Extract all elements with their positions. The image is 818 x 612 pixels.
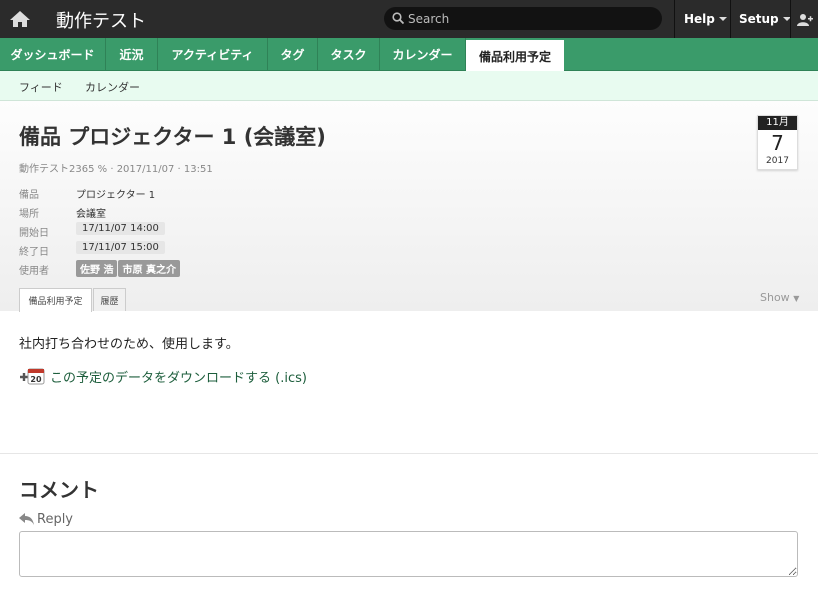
equipment-label: 備品 bbox=[19, 190, 39, 201]
search-input[interactable] bbox=[408, 9, 648, 28]
app-title[interactable]: 動作テスト bbox=[56, 7, 146, 33]
setup-label: Setup bbox=[739, 12, 779, 26]
user-tag[interactable]: 佐野 浩 bbox=[76, 260, 118, 277]
event-meta: 動作テスト2365 % · 2017/11/07 · 13:51 bbox=[19, 160, 213, 175]
end-datetime: 17/11/07 15:00 bbox=[76, 241, 165, 254]
tab-history[interactable]: 履歴 bbox=[93, 288, 126, 311]
tab-dashboard[interactable]: ダッシュボード bbox=[0, 38, 106, 71]
home-button[interactable] bbox=[0, 0, 40, 38]
end-label: 終了日 bbox=[19, 247, 49, 258]
event-description: 社内打ち合わせのため、使用します。 bbox=[19, 337, 239, 352]
chevron-down-icon bbox=[718, 17, 727, 21]
ics-download[interactable]: 20 この予定のデータをダウンロードする (.ics) bbox=[19, 366, 307, 386]
tab-recent[interactable]: 近況 bbox=[106, 38, 158, 71]
users-label: 使用者 bbox=[19, 266, 49, 277]
top-bar: 動作テスト Help Setup bbox=[0, 0, 818, 38]
home-icon bbox=[10, 11, 30, 27]
show-label: Show bbox=[760, 291, 790, 304]
calendar-day: 7 bbox=[771, 131, 784, 155]
start-label: 開始日 bbox=[19, 228, 49, 239]
event-header: 備品 プロジェクター 1 (会議室) 動作テスト2365 % · 2017/11… bbox=[0, 101, 818, 312]
reply-button[interactable]: Reply bbox=[19, 510, 73, 528]
calendar-add-icon: 20 bbox=[20, 368, 45, 384]
reply-label: Reply bbox=[37, 511, 74, 527]
user-add-icon bbox=[796, 13, 813, 26]
equipment-value[interactable]: プロジェクター 1 bbox=[76, 186, 155, 201]
author-link[interactable]: 動作テスト2365 bbox=[19, 164, 94, 175]
location-value: 会議室 bbox=[76, 209, 106, 220]
setup-menu[interactable]: Setup bbox=[730, 0, 791, 38]
event-timestamp: 2017/11/07 · 13:51 bbox=[116, 164, 213, 175]
calendar-badge: 11月 7 2017 bbox=[757, 115, 798, 170]
search-icon bbox=[392, 12, 405, 25]
users-value: 佐野 浩市原 真之介 bbox=[76, 260, 181, 277]
help-label: Help bbox=[684, 12, 715, 26]
tab-activity[interactable]: アクティビティ bbox=[158, 38, 268, 71]
search-box[interactable] bbox=[384, 7, 662, 30]
show-dropdown[interactable]: Show ▼ bbox=[760, 291, 799, 304]
page-title: 備品 プロジェクター 1 (会議室) bbox=[19, 125, 326, 149]
user-menu[interactable] bbox=[790, 0, 818, 38]
tab-calendar[interactable]: カレンダー bbox=[380, 38, 466, 71]
help-menu[interactable]: Help bbox=[674, 0, 731, 38]
comment-input[interactable] bbox=[19, 531, 798, 577]
tab-equipment-schedule[interactable]: 備品利用予定 bbox=[466, 38, 564, 72]
main-nav: ダッシュボード 近況 アクティビティ タグ タスク カレンダー 備品利用予定 bbox=[0, 38, 818, 72]
user-tag[interactable]: 市原 真之介 bbox=[118, 260, 180, 277]
tab-equipment-detail[interactable]: 備品利用予定 bbox=[19, 288, 92, 312]
ics-download-link[interactable]: この予定のデータをダウンロードする (.ics) bbox=[50, 367, 307, 386]
comments-title: コメント bbox=[19, 478, 99, 502]
ics-badge-text: 20 bbox=[30, 375, 42, 384]
chevron-down-icon: ▼ bbox=[793, 294, 800, 303]
start-datetime: 17/11/07 14:00 bbox=[76, 222, 165, 235]
subnav-item-feed[interactable]: フィード bbox=[19, 79, 63, 95]
divider bbox=[0, 453, 818, 454]
start-value: 17/11/07 14:00 bbox=[76, 222, 165, 235]
tab-tasks[interactable]: タスク bbox=[318, 38, 380, 71]
calendar-month: 11月 bbox=[758, 116, 797, 130]
reply-icon bbox=[19, 513, 34, 525]
subnav-item-calendar[interactable]: カレンダー bbox=[85, 79, 140, 95]
end-value: 17/11/07 15:00 bbox=[76, 241, 165, 254]
location-label: 場所 bbox=[19, 209, 39, 220]
sub-nav: フィード カレンダー bbox=[0, 71, 818, 101]
link-icon: % · bbox=[97, 164, 117, 175]
calendar-year: 2017 bbox=[766, 156, 789, 166]
tab-tags[interactable]: タグ bbox=[268, 38, 318, 71]
